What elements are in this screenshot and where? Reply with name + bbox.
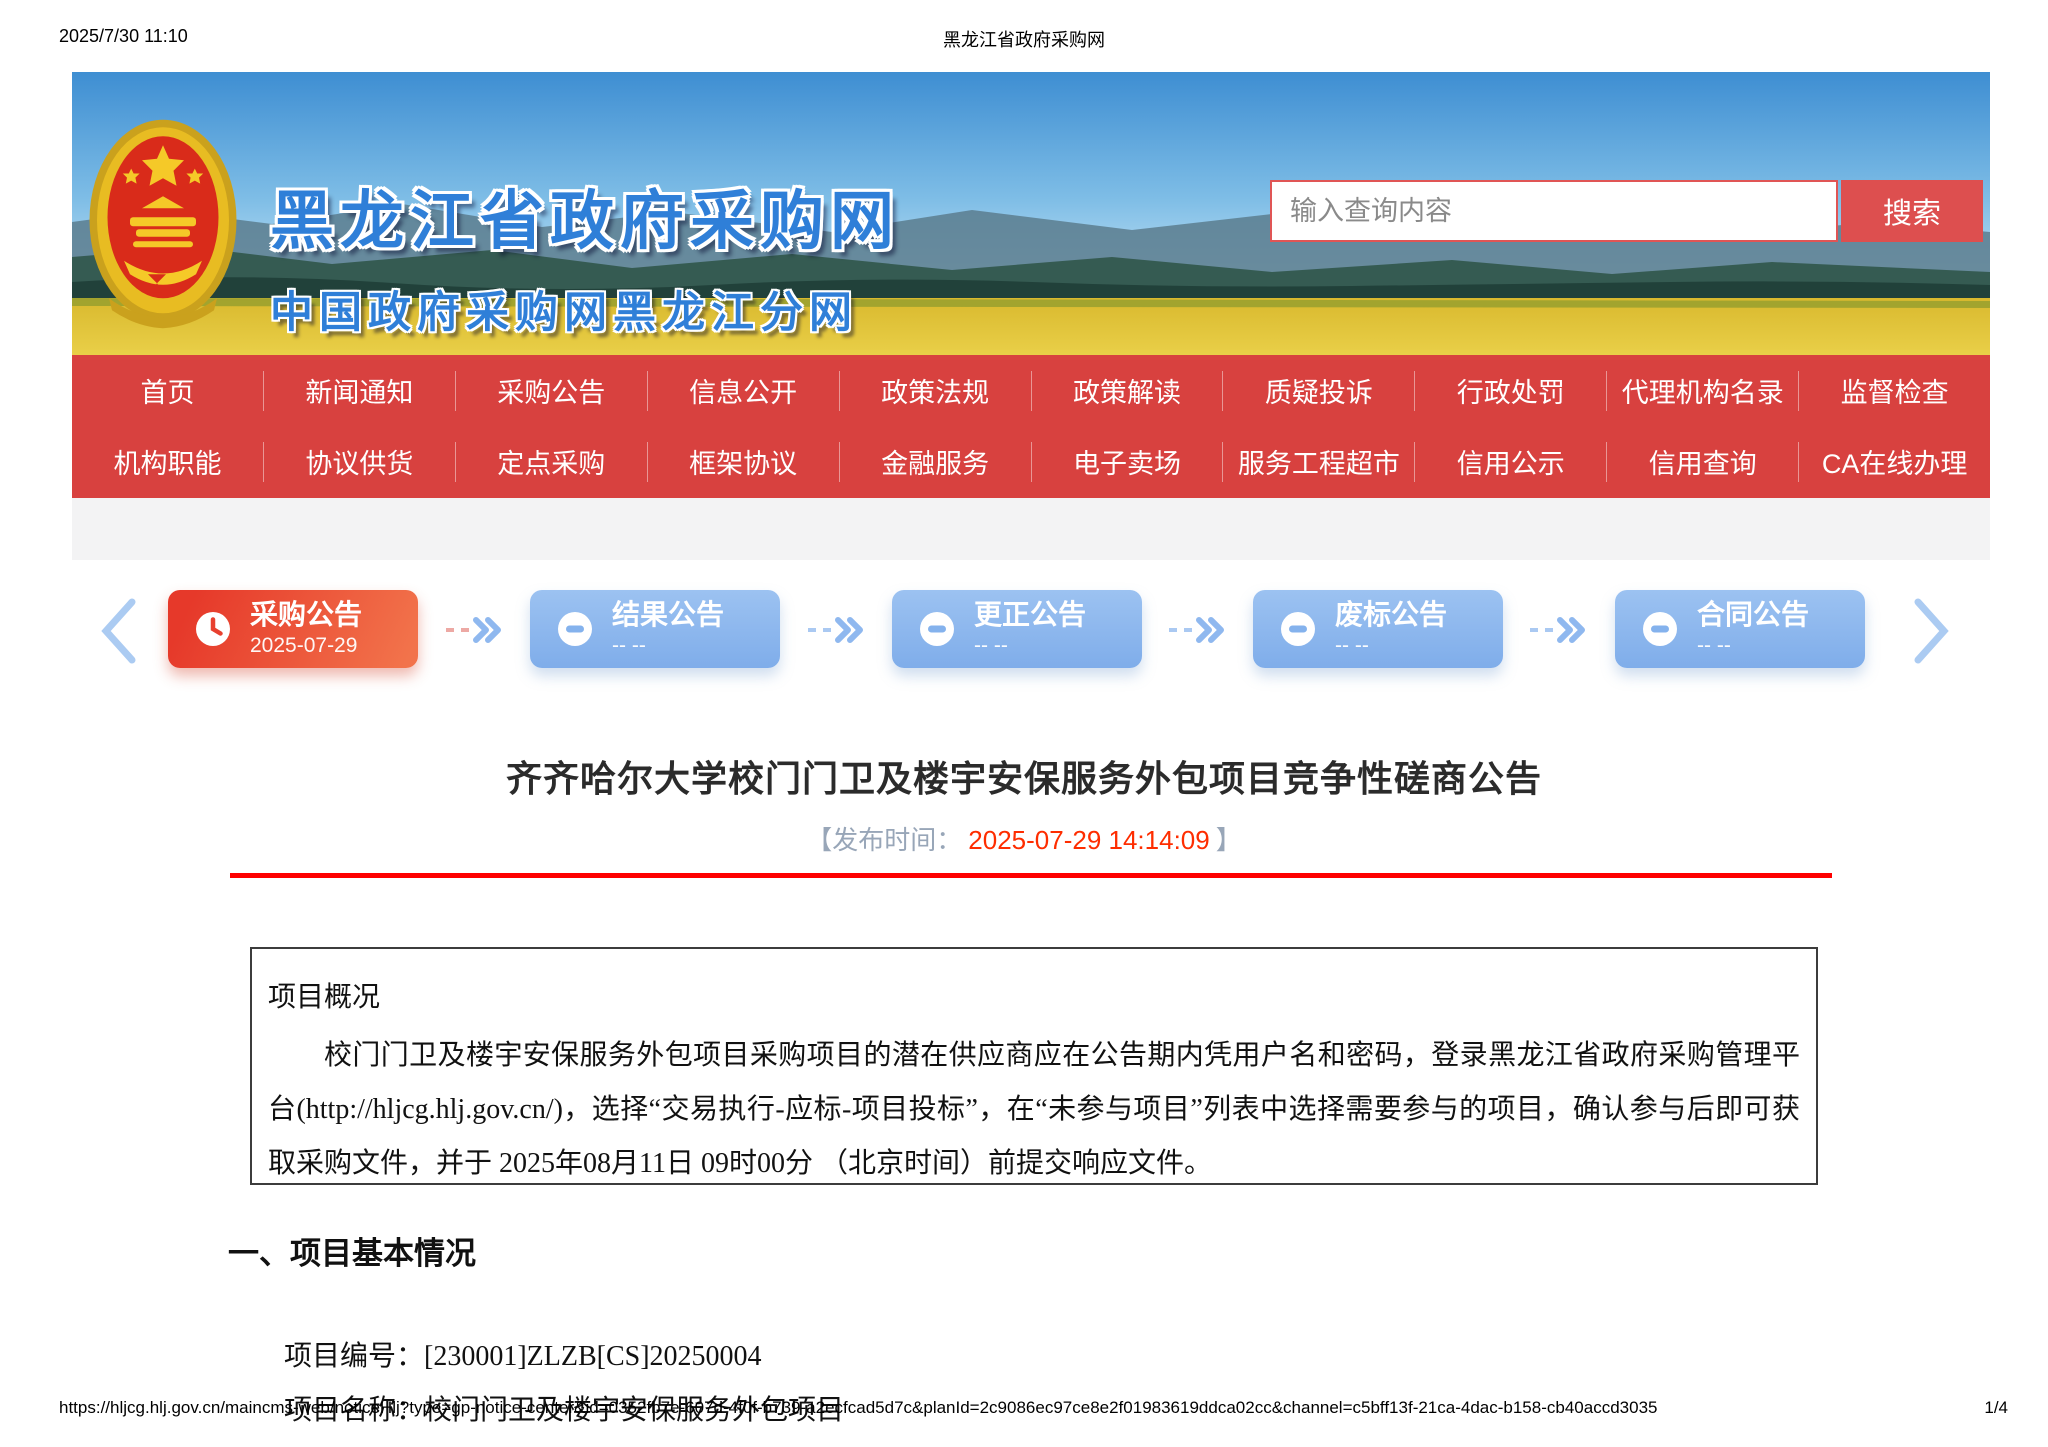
flow-step-result-notice[interactable]: 结果公告 -- -- <box>530 590 780 668</box>
red-divider <box>230 873 1832 878</box>
project-overview-label: 项目概况 <box>268 982 381 1013</box>
nav-item-purchase-notice[interactable]: 采购公告 <box>497 371 605 410</box>
flow-step-date: 2025-07-29 <box>250 634 358 657</box>
nav-item-admin-penalty[interactable]: 行政处罚 <box>1457 371 1565 410</box>
flow-step-label: 废标公告 <box>1335 599 1448 630</box>
minus-circle-icon <box>1641 610 1679 648</box>
flow-step-label: 合同公告 <box>1697 599 1810 630</box>
flow-step-date: -- -- <box>1335 634 1369 657</box>
nav-row-2: 机构职能 协议供货 定点采购 框架协议 金融服务 电子卖场 服务工程超市 信用公… <box>72 426 1990 497</box>
nav-item-policy-interpretation[interactable]: 政策解读 <box>1073 371 1181 410</box>
search-button[interactable]: 搜索 <box>1841 180 1983 242</box>
nav-lower-band <box>72 498 1990 560</box>
project-overview-box: 项目概况 校门门卫及楼宇安保服务外包项目采购项目的潜在供应商应在公告期内凭用户名… <box>250 947 1818 1185</box>
minus-circle-icon <box>1279 610 1317 648</box>
search-input[interactable] <box>1270 180 1838 242</box>
flow-step-cancellation-notice[interactable]: 废标公告 -- -- <box>1253 590 1503 668</box>
publish-time-value: 2025-07-29 14:14:09 <box>968 825 1210 855</box>
nav-item-e-mall[interactable]: 电子卖场 <box>1073 442 1181 481</box>
nav-item-framework[interactable]: 框架协议 <box>689 442 797 481</box>
carousel-prev-icon[interactable] <box>98 598 138 664</box>
nav-item-ca-online[interactable]: CA在线办理 <box>1822 442 1968 481</box>
flow-step-purchase-notice[interactable]: 采购公告 2025-07-29 <box>168 590 418 668</box>
flow-step-label: 结果公告 <box>612 599 725 630</box>
nav-item-credit-query[interactable]: 信用查询 <box>1649 442 1757 481</box>
nav-item-finance-service[interactable]: 金融服务 <box>881 442 989 481</box>
flow-arrow-icon <box>808 617 863 643</box>
project-number-label: 项目编号： <box>284 1341 425 1372</box>
site-title: 黑龙江省政府采购网 <box>270 185 900 257</box>
print-footer-url: https://hljcg.hlj.gov.cn/maincms-web/not… <box>59 1398 1658 1417</box>
site-banner: 黑龙江省政府采购网 中国政府采购网黑龙江分网 搜索 <box>72 72 1990 355</box>
nav-item-policy-law[interactable]: 政策法规 <box>881 371 989 410</box>
notice-title: 齐齐哈尔大学校门门卫及楼宇安保服务外包项目竞争性磋商公告 <box>505 758 1542 800</box>
publish-time-line: 【发布时间： 2025-07-29 14:14:09】 <box>0 820 2048 857</box>
main-nav: 首页 新闻通知 采购公告 信息公开 政策法规 政策解读 质疑投诉 行政处罚 代理… <box>72 355 1990 498</box>
print-page: 2025/7/30 11:10 黑龙江省政府采购网 黑龙江省政府采购网 中国政府… <box>0 0 2048 1447</box>
minus-circle-icon <box>556 610 594 648</box>
nav-item-fixed-point[interactable]: 定点采购 <box>497 442 605 481</box>
carousel-next-icon[interactable] <box>1912 598 1952 664</box>
nav-item-supervision[interactable]: 监督检查 <box>1841 371 1949 410</box>
flow-step-label: 采购公告 <box>250 599 363 630</box>
project-number-value: [230001]ZLZB[CS]20250004 <box>424 1341 762 1372</box>
publish-time-suffix: 】 <box>1215 825 1242 855</box>
site-subtitle: 中国政府采购网黑龙江分网 <box>270 289 858 337</box>
nav-item-news[interactable]: 新闻通知 <box>305 371 413 410</box>
publish-time-prefix: 【发布时间： <box>806 825 963 855</box>
nav-item-service-market[interactable]: 服务工程超市 <box>1238 442 1400 481</box>
print-page-number: 1/4 <box>1984 1398 2008 1417</box>
flow-step-correction-notice[interactable]: 更正公告 -- -- <box>892 590 1142 668</box>
flow-step-date: -- -- <box>974 634 1008 657</box>
nav-item-agency-list[interactable]: 代理机构名录 <box>1622 371 1784 410</box>
nav-item-credit-publicity[interactable]: 信用公示 <box>1457 442 1565 481</box>
banner-titles: 黑龙江省政府采购网 中国政府采购网黑龙江分网 <box>270 170 900 340</box>
nav-row-1: 首页 新闻通知 采购公告 信息公开 政策法规 政策解读 质疑投诉 行政处罚 代理… <box>72 355 1990 426</box>
clock-icon <box>194 610 232 648</box>
flow-arrow-icon <box>1530 617 1585 643</box>
print-doc-title: 黑龙江省政府采购网 <box>943 30 1105 50</box>
minus-circle-icon <box>918 610 956 648</box>
section-heading-basic-info: 一、项目基本情况 <box>228 1236 476 1271</box>
nav-item-home[interactable]: 首页 <box>140 371 194 410</box>
flow-step-date: -- -- <box>1697 634 1731 657</box>
project-overview-text: 校门门卫及楼宇安保服务外包项目采购项目的潜在供应商应在公告期内凭用户名和密码，登… <box>268 1040 1800 1179</box>
flow-step-contract-notice[interactable]: 合同公告 -- -- <box>1615 590 1865 668</box>
flow-arrow-icon <box>446 617 501 643</box>
project-number-line: 项目编号：[230001]ZLZB[CS]20250004 <box>284 1334 762 1374</box>
search-bar: 搜索 <box>1270 180 1983 242</box>
flow-step-label: 更正公告 <box>974 599 1087 630</box>
national-emblem-logo <box>88 118 238 330</box>
nav-item-functions[interactable]: 机构职能 <box>113 442 221 481</box>
nav-item-complaints[interactable]: 质疑投诉 <box>1265 371 1373 410</box>
flow-arrow-icon <box>1169 617 1224 643</box>
nav-item-info-disclosure[interactable]: 信息公开 <box>689 371 797 410</box>
nav-item-agreement-supply[interactable]: 协议供货 <box>305 442 413 481</box>
flow-step-date: -- -- <box>612 634 646 657</box>
